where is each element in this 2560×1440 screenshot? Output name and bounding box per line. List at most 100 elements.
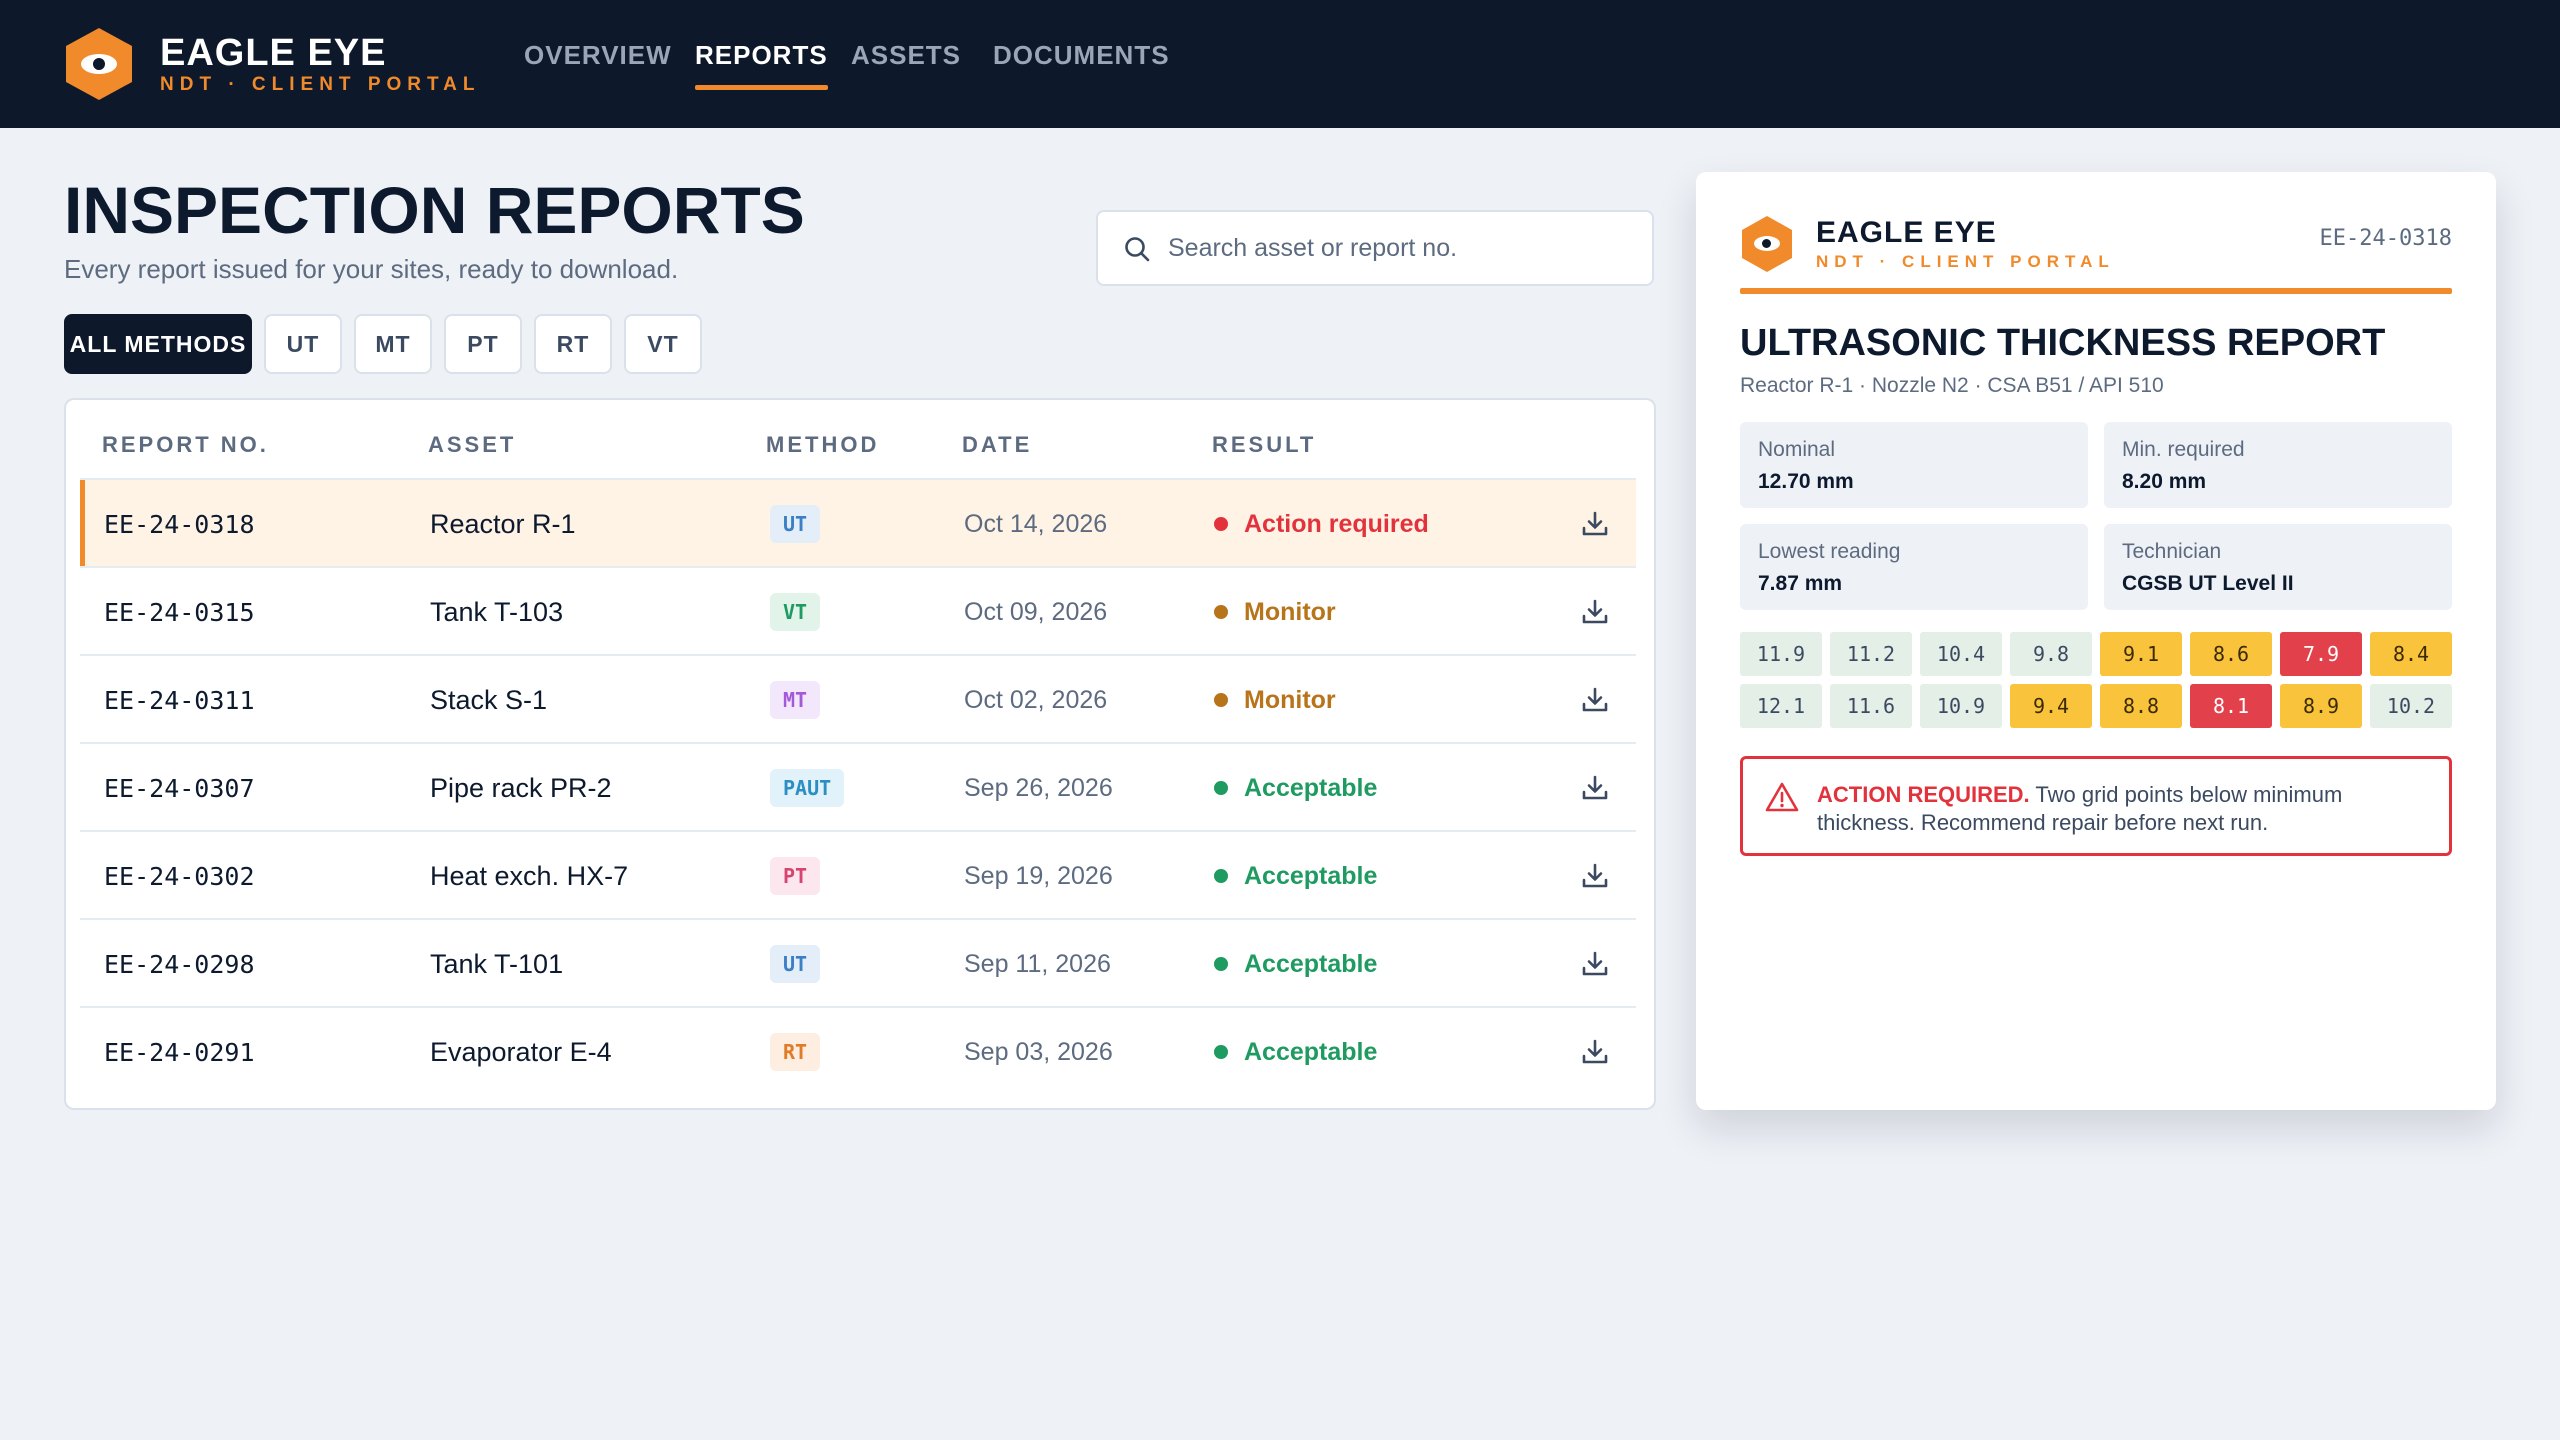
method-cell: PT [770, 832, 821, 920]
stat-label: Min. required [2122, 438, 2245, 461]
stat-value: 7.87 mm [1758, 572, 1843, 595]
col-header-asset[interactable]: ASSET [428, 432, 516, 458]
method-badge: PAUT [770, 769, 845, 807]
result-label: Acceptable [1244, 1037, 1378, 1066]
table-row[interactable]: EE-24-0318 Reactor R-1 UT Oct 14, 2026 Actio… [80, 478, 1636, 566]
search-input[interactable] [1168, 212, 1638, 284]
report-date: Sep 03, 2026 [964, 1037, 1113, 1066]
nav-assets[interactable]: ASSETS [851, 40, 961, 90]
method-cell: MT [770, 656, 821, 744]
stat-lowest-reading: Lowest reading 7.87 mm [1740, 524, 2088, 610]
filter-ut[interactable]: UT [264, 314, 342, 374]
stat-value: 8.20 mm [2122, 470, 2207, 493]
asset-name: Stack S-1 [430, 684, 548, 715]
thickness-cell-warn: 9.1 [2100, 632, 2182, 676]
download-icon [1582, 599, 1608, 624]
col-header-report-no[interactable]: REPORT NO. [102, 432, 269, 458]
nav-documents[interactable]: DOCUMENTS [993, 40, 1170, 90]
col-header-date[interactable]: DATE [962, 432, 1032, 458]
method-badge: MT [770, 681, 821, 719]
download-button[interactable] [1580, 568, 1612, 656]
report-number[interactable]: EE-24-0302 [104, 832, 255, 920]
thickness-cell-ok: 10.9 [1920, 684, 2002, 728]
method-cell: UT [770, 920, 821, 1008]
table-row[interactable]: EE-24-0298 Tank T-101 UT Sep 11, 2026 Accept… [80, 918, 1636, 1006]
table-row[interactable]: EE-24-0315 Tank T-103 VT Oct 09, 2026 Monito… [80, 566, 1636, 654]
alert-strong: ACTION REQUIRED. [1817, 782, 2030, 807]
panel-title: ULTRASONIC THICKNESS REPORT [1740, 322, 2386, 364]
asset-name: Tank T-103 [430, 596, 564, 627]
thickness-cell-ok: 12.1 [1740, 684, 1822, 728]
search-box [1096, 210, 1654, 286]
filter-mt[interactable]: MT [354, 314, 432, 374]
report-date: Oct 09, 2026 [964, 597, 1108, 626]
stat-label: Nominal [1758, 438, 1836, 461]
filter-all-methods[interactable]: ALL METHODS [64, 314, 252, 374]
action-required-alert: ACTION REQUIRED. Two grid points below m… [1740, 756, 2452, 856]
reports-table: REPORT NO. ASSET METHOD DATE RESULT EE-2… [64, 398, 1656, 1110]
thickness-cell-ok: 10.4 [1920, 632, 2002, 676]
hexagon-logo-icon [66, 28, 132, 100]
stat-label: Lowest reading [1758, 540, 1901, 563]
thickness-cell-ok: 11.2 [1830, 632, 1912, 676]
eye-icon [1754, 236, 1780, 251]
warning-icon [1765, 782, 1799, 812]
page-subtitle: Every report issued for your sites, read… [64, 254, 679, 284]
status-dot-icon [1214, 869, 1228, 883]
stat-value: 12.70 mm [1758, 470, 1854, 493]
result-warn: Monitor [1214, 656, 1336, 744]
result-ok: Acceptable [1214, 744, 1377, 832]
nav-reports[interactable]: REPORTS [695, 40, 828, 90]
filter-vt[interactable]: VT [624, 314, 702, 374]
table-row[interactable]: EE-24-0311 Stack S-1 MT Oct 02, 2026 Monitor [80, 654, 1636, 742]
download-button[interactable] [1580, 1008, 1612, 1096]
status-dot-icon [1214, 517, 1228, 531]
search-icon [1125, 237, 1150, 262]
stat-nominal: Nominal 12.70 mm [1740, 422, 2088, 508]
download-icon [1582, 863, 1608, 888]
download-icon [1582, 687, 1608, 712]
download-button[interactable] [1580, 480, 1612, 568]
report-number[interactable]: EE-24-0307 [104, 744, 255, 832]
download-icon [1582, 1039, 1608, 1064]
panel-brand-subtitle: NDT · CLIENT PORTAL [1816, 252, 2115, 271]
table-row[interactable]: EE-24-0302 Heat exch. HX-7 PT Sep 19, 2026 A… [80, 830, 1636, 918]
report-preview-panel: EAGLE EYE NDT · CLIENT PORTAL EE-24-0318… [1696, 172, 2496, 1110]
filter-pt[interactable]: PT [444, 314, 522, 374]
status-dot-icon [1214, 781, 1228, 795]
result-label: Monitor [1244, 685, 1336, 714]
stat-value: CGSB UT Level II [2122, 572, 2294, 595]
method-cell: PAUT [770, 744, 845, 832]
report-number[interactable]: EE-24-0298 [104, 920, 255, 1008]
col-header-method[interactable]: METHOD [766, 432, 879, 458]
method-badge: VT [770, 593, 821, 631]
brand-subtitle: NDT · CLIENT PORTAL [160, 74, 481, 95]
result-label: Acceptable [1244, 861, 1378, 890]
download-button[interactable] [1580, 656, 1612, 744]
report-number[interactable]: EE-24-0311 [104, 656, 255, 744]
thickness-cell-bad: 8.1 [2190, 684, 2272, 728]
report-number[interactable]: EE-24-0318 [104, 480, 255, 568]
download-button[interactable] [1580, 744, 1612, 832]
table-row[interactable]: EE-24-0291 Evaporator E-4 RT Sep 03, 2026 Ac… [80, 1006, 1636, 1094]
panel-divider [1740, 288, 2452, 294]
report-date: Sep 26, 2026 [964, 773, 1113, 802]
report-number[interactable]: EE-24-0291 [104, 1008, 255, 1096]
report-date: Oct 14, 2026 [964, 509, 1108, 538]
report-number[interactable]: EE-24-0315 [104, 568, 255, 656]
col-header-result[interactable]: RESULT [1212, 432, 1316, 458]
table-row[interactable]: EE-24-0307 Pipe rack PR-2 PAUT Sep 26, 2026… [80, 742, 1636, 830]
method-badge: PT [770, 857, 821, 895]
page-title: INSPECTION REPORTS [64, 173, 805, 247]
panel-subtitle: Reactor R-1 · Nozzle N2 · CSA B51 / API … [1740, 374, 2164, 397]
download-button[interactable] [1580, 832, 1612, 920]
nav-overview[interactable]: OVERVIEW [524, 40, 672, 90]
thickness-cell-warn: 8.9 [2280, 684, 2362, 728]
result-label: Acceptable [1244, 949, 1378, 978]
thickness-cell-warn: 8.8 [2100, 684, 2182, 728]
filter-rt[interactable]: RT [534, 314, 612, 374]
asset-name: Reactor R-1 [430, 508, 576, 539]
download-button[interactable] [1580, 920, 1612, 1008]
thickness-grid: 11.9 11.2 10.4 9.8 9.1 8.6 7.9 8.4 12.1 11.6 10.9 9… [1740, 632, 2452, 732]
panel-report-number: EE-24-0318 [2319, 226, 2452, 251]
